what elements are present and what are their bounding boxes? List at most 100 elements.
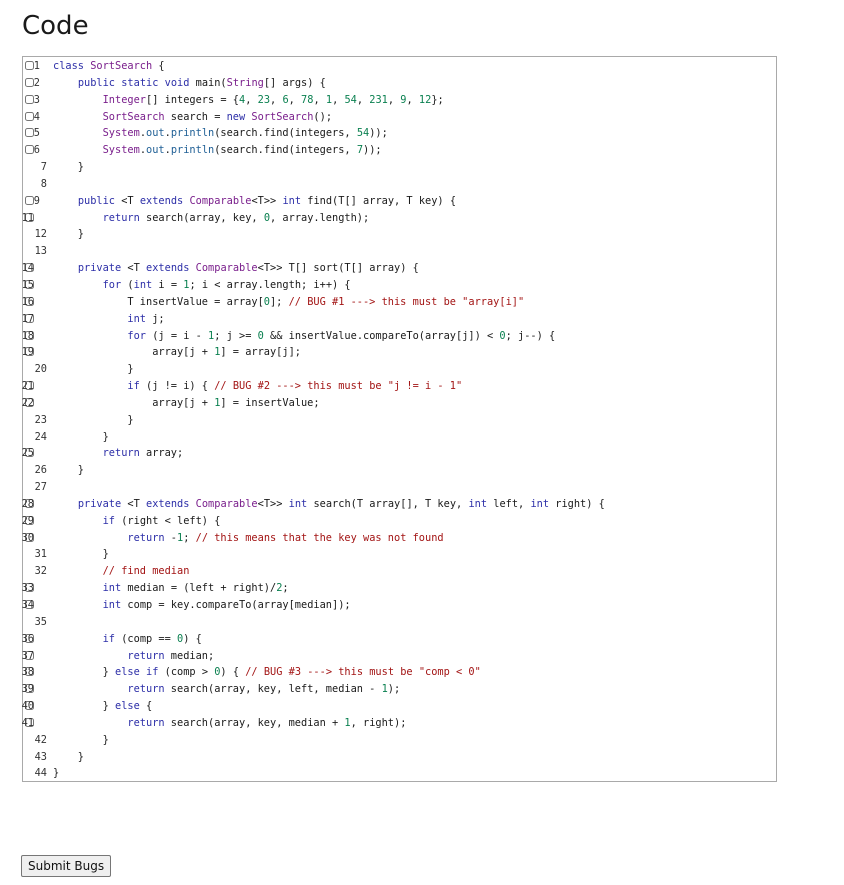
code-line: 2 public static void main(String[] args)… [23,75,776,92]
code-text: } [53,733,109,746]
line-number: 30 [21,531,34,544]
code-line: 8 [23,176,776,193]
line-number: 37 [21,649,34,662]
line-number: 20 [34,363,47,376]
line-number: 7 [40,161,47,174]
code-text: return search(array, key, 0, array.lengt… [102,211,370,224]
code-text: System.out.println(search.find(integers,… [102,127,388,140]
submit-bugs-button[interactable]: Submit Bugs [21,855,112,877]
code-line: 13 [23,243,776,260]
line-number: 16 [21,295,34,308]
code-text: int median = (left + right)/2; [102,582,289,595]
code-line: 7 } [23,159,776,176]
code-text: } [53,464,84,477]
code-text: } [53,413,134,426]
code-line: 40 } else { [22,698,776,715]
code-line: 25 return array; [22,445,776,462]
code-line: 36 if (comp == 0) { [22,631,776,648]
code-line: 19 array[j + 1] = array[j]; [22,344,776,361]
code-text: } [53,548,109,561]
code-line: 30 return -1; // this means that the key… [22,530,776,547]
line-number: 24 [34,430,47,443]
line-number: 38 [21,666,34,679]
code-text: SortSearch search = new SortSearch(); [102,110,333,123]
line-number: 12 [34,228,47,241]
code-line: 12 } [23,226,776,243]
code-line: 18 for (j = i - 1; j >= 0 && insertValue… [22,328,776,345]
line-number: 22 [21,396,34,409]
code-line: 32 // find median [23,563,776,580]
code-line: 38 } else if (comp > 0) { // BUG #3 --->… [22,664,776,681]
code-line: 33 int median = (left + right)/2; [22,580,776,597]
line-number: 1 [33,60,40,72]
code-text: } [53,767,60,780]
line-number: 5 [33,127,40,140]
code-line: 27 [23,479,776,496]
code-text: } else if (comp > 0) { // BUG #3 ---> th… [53,666,481,679]
code-text: return median; [127,649,215,662]
line-number: 35 [34,615,47,628]
line-number: 14 [21,262,34,275]
line-number: 18 [21,329,34,342]
line-number: 19 [21,346,34,359]
code-text: } [53,430,109,443]
code-text: T insertValue = array[0]; // BUG #1 --->… [53,295,525,308]
code-line: 41 return search(array, key, median + 1,… [22,715,776,732]
line-number: 34 [21,599,34,611]
line-number: 21 [21,380,34,393]
code-text: } [53,363,134,376]
code-line: 6 System.out.println(search.find(integer… [23,142,776,159]
code-text: public static void main(String[] args) { [77,76,326,89]
code-lines: 1 class SortSearch { 2 public static void … [22,58,776,782]
code-text: int j; [127,312,165,325]
code-line: 20 } [23,361,776,378]
code-text: return -1; // this means that the key wa… [127,531,444,544]
code-text: } [53,228,84,241]
code-text: return search(array, key, median + 1, ri… [127,716,407,729]
code-line: 1 class SortSearch { [23,58,776,75]
code-line: 16 T insertValue = array[0]; // BUG #1 -… [22,294,776,311]
code-line: 37 return median; [22,648,776,665]
code-line: 34 int comp = key.compareTo(array[median… [22,597,776,614]
code-line: 9 public <T extends Comparable<T>> int f… [23,193,776,210]
code-text: } [53,161,84,174]
line-number: 25 [21,447,34,460]
line-number: 13 [34,245,47,258]
code-text: } [53,750,84,763]
code-text: int comp = key.compareTo(array[median]); [102,599,351,611]
line-number: 23 [34,413,47,426]
code-line: 44} [23,765,776,782]
line-number: 29 [21,514,34,527]
line-number: 17 [21,312,34,325]
line-number: 8 [40,177,47,190]
line-number: 40 [21,700,34,713]
code-line: 31 } [23,546,776,563]
code-line: 39 return search(array, key, left, media… [22,681,776,698]
line-number: 39 [21,683,34,696]
code-line: 43 } [23,749,776,766]
line-number: 3 [33,93,40,106]
code-line: 11 return search(array, key, 0, array.le… [22,210,776,227]
code-text: array[j + 1] = array[j]; [53,346,301,359]
line-number: 42 [34,733,47,746]
line-number: 27 [34,481,47,494]
code-line: 15 for (int i = 1; i < array.length; i++… [22,277,776,294]
line-number: 31 [34,548,47,561]
line-number: 9 [33,194,40,207]
code-line: 17 int j; [22,311,776,328]
code-text: class SortSearch { [53,60,165,72]
code-line: 24 } [23,429,776,446]
line-number: 41 [21,716,34,729]
line-number: 11 [21,211,34,224]
line-number: 36 [21,632,34,645]
line-number: 28 [21,497,34,510]
line-number: 26 [34,464,47,477]
code-text: } else { [53,700,153,713]
code-line: 14 private <T extends Comparable<T>> T[]… [22,260,776,277]
code-text: for (j = i - 1; j >= 0 && insertValue.co… [127,329,556,342]
code-text: return search(array, key, left, median -… [127,683,401,696]
code-line: 3 Integer[] integers = {4, 23, 6, 78, 1,… [23,92,776,109]
code-line: 29 if (right < left) { [22,513,776,530]
code-line: 21 if (j != i) { // BUG #2 ---> this mus… [22,378,776,395]
code-text: private <T extends Comparable<T>> T[] so… [77,262,419,275]
